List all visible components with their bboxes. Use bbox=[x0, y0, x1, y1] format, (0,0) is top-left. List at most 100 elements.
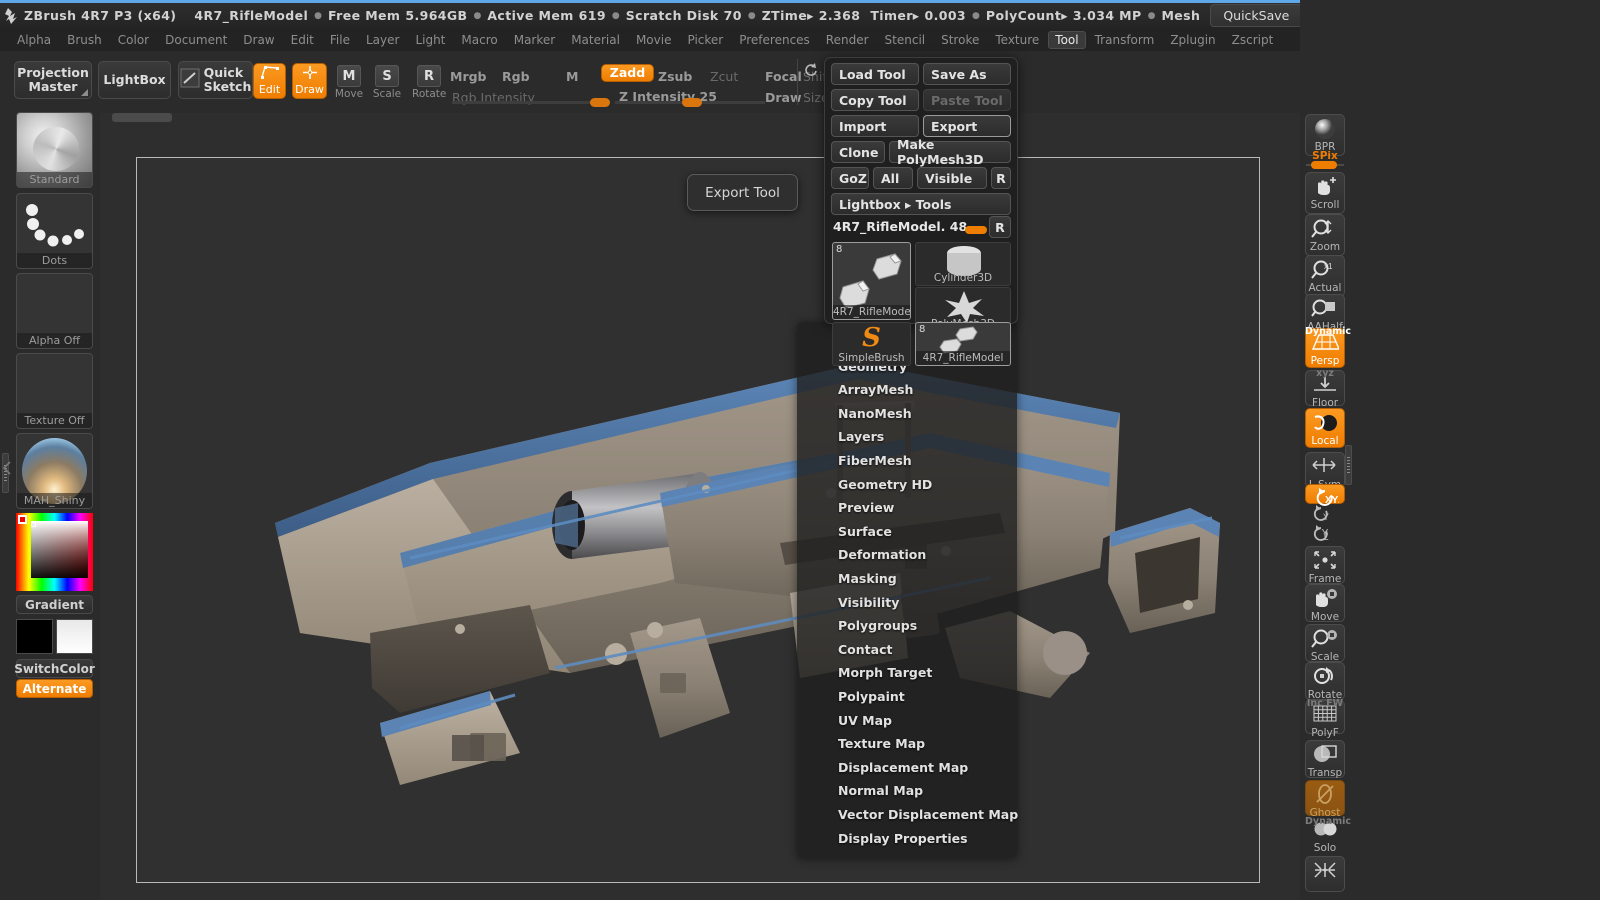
right-shelf-local-button[interactable]: Local bbox=[1305, 408, 1345, 448]
all-button[interactable]: All bbox=[873, 167, 913, 189]
draw-button[interactable]: Draw bbox=[292, 63, 327, 99]
menubar-item-brush[interactable]: Brush bbox=[60, 31, 109, 49]
menubar-item-layer[interactable]: Layer bbox=[359, 31, 406, 49]
lightbox-button[interactable]: LightBox bbox=[98, 61, 171, 99]
menubar-item-zscript[interactable]: Zscript bbox=[1225, 31, 1281, 49]
menubar-item-stencil[interactable]: Stencil bbox=[878, 31, 933, 49]
tool-menu-item-displacement-map[interactable]: Displacement Map bbox=[838, 760, 968, 775]
menubar-item-stroke[interactable]: Stroke bbox=[934, 31, 986, 49]
menubar-item-macro[interactable]: Macro bbox=[454, 31, 504, 49]
r-toggle-button[interactable]: R bbox=[991, 167, 1011, 189]
save-as-button[interactable]: Save As bbox=[923, 63, 1011, 85]
right-shelf-actual-button[interactable]: x1 Actual bbox=[1305, 255, 1345, 297]
edit-button[interactable]: Edit bbox=[253, 63, 286, 99]
tool-menu-item-arraymesh[interactable]: ArrayMesh bbox=[838, 382, 913, 397]
tool-palette-menu[interactable]: SubToolGeometryArrayMeshNanoMeshLayersFi… bbox=[797, 322, 1018, 858]
tool-menu-item-display-properties[interactable]: Display Properties bbox=[838, 831, 968, 846]
menubar-item-picker[interactable]: Picker bbox=[680, 31, 730, 49]
right-shelf-expand-button[interactable] bbox=[1305, 856, 1345, 892]
projection-master-button[interactable]: Projection Master bbox=[14, 61, 92, 99]
mrgb-button[interactable]: Mrgb bbox=[450, 69, 487, 84]
rotate-button[interactable]: R Rotate bbox=[412, 65, 446, 105]
color-picker[interactable] bbox=[16, 513, 93, 591]
menubar-item-color[interactable]: Color bbox=[111, 31, 156, 49]
goz-button[interactable]: GoZ bbox=[831, 167, 869, 189]
tool-palette-panel[interactable]: Load Tool Save As Copy Tool Paste Tool I… bbox=[805, 57, 1018, 366]
tool-menu-item-deformation[interactable]: Deformation bbox=[838, 547, 926, 562]
zsub-button[interactable]: Zsub bbox=[658, 69, 692, 84]
visible-button[interactable]: Visible bbox=[917, 167, 987, 189]
right-shelf-collapse-handle[interactable] bbox=[1345, 445, 1352, 485]
menubar-item-render[interactable]: Render bbox=[819, 31, 876, 49]
current-tool-r-button[interactable]: R bbox=[989, 216, 1011, 238]
tool-menu-item-normal-map[interactable]: Normal Map bbox=[838, 783, 923, 798]
tool-menu-item-contact[interactable]: Contact bbox=[838, 642, 892, 657]
m-button[interactable]: M bbox=[566, 69, 578, 84]
left-shelf-arrow-icon[interactable] bbox=[2, 458, 12, 482]
menubar-item-zplugin[interactable]: Zplugin bbox=[1163, 31, 1222, 49]
right-shelf-scroll-button[interactable]: Scroll bbox=[1305, 172, 1345, 214]
gradient-button[interactable]: Gradient bbox=[16, 595, 93, 614]
right-shelf-l-sym-button[interactable]: L.Sym bbox=[1305, 452, 1345, 491]
tool-menu-item-texture-map[interactable]: Texture Map bbox=[838, 736, 925, 751]
primary-color-swatch[interactable] bbox=[16, 619, 53, 654]
menubar-item-file[interactable]: File bbox=[323, 31, 357, 49]
menubar-item-alpha[interactable]: Alpha bbox=[10, 31, 58, 49]
tool-thumb-rifle-small[interactable]: 8 4R7_RifleModel bbox=[915, 322, 1011, 366]
tool-menu-item-morph-target[interactable]: Morph Target bbox=[838, 665, 932, 680]
tool-menu-item-preview[interactable]: Preview bbox=[838, 500, 894, 515]
right-shelf-frame-button[interactable]: Frame bbox=[1305, 546, 1345, 585]
zcut-button[interactable]: Zcut bbox=[710, 69, 738, 84]
tool-menu-item-nanomesh[interactable]: NanoMesh bbox=[838, 406, 912, 421]
move-button[interactable]: M Move bbox=[334, 65, 364, 105]
menubar-item-edit[interactable]: Edit bbox=[284, 31, 321, 49]
tool-menu-item-surface[interactable]: Surface bbox=[838, 524, 892, 539]
rgb-intensity-track[interactable] bbox=[452, 101, 602, 104]
right-shelf-spix-knob[interactable] bbox=[1311, 161, 1337, 169]
menubar-item-preferences[interactable]: Preferences bbox=[732, 31, 817, 49]
tool-thumb-cylinder[interactable]: Cylinder3D bbox=[915, 242, 1011, 286]
quick-sketch-button[interactable]: Quick Sketch bbox=[178, 61, 253, 99]
current-tool-slider[interactable] bbox=[965, 226, 987, 234]
material-swatch[interactable]: MAH_Shiny bbox=[16, 433, 93, 509]
menubar-item-texture[interactable]: Texture bbox=[988, 31, 1046, 49]
right-shelf-ghost-button[interactable]: Ghost bbox=[1305, 780, 1345, 819]
tool-palette-refresh-icon[interactable] bbox=[803, 62, 819, 78]
right-shelf-y-button[interactable]: YY bbox=[1305, 504, 1345, 540]
brush-swatch[interactable]: Standard bbox=[16, 112, 93, 188]
rifle-model-3d[interactable] bbox=[100, 113, 1300, 900]
menubar-item-tool[interactable]: Tool bbox=[1048, 30, 1086, 49]
copy-tool-button[interactable]: Copy Tool bbox=[831, 89, 919, 111]
tool-menu-item-fibermesh[interactable]: FiberMesh bbox=[838, 453, 912, 468]
menubar-item-marker[interactable]: Marker bbox=[507, 31, 562, 49]
tool-menu-item-vector-displacement-map[interactable]: Vector Displacement Map bbox=[838, 807, 1018, 822]
scale-button[interactable]: S Scale bbox=[372, 65, 402, 105]
export-button[interactable]: Export bbox=[923, 115, 1011, 137]
right-shelf-scale-button[interactable]: Scale bbox=[1305, 624, 1345, 663]
tool-menu-item-polygroups[interactable]: Polygroups bbox=[838, 618, 917, 633]
right-shelf-xyz-button[interactable]: XYZXYZ bbox=[1305, 484, 1345, 506]
tool-thumb-simplebrush[interactable]: S SimpleBrush bbox=[832, 322, 911, 366]
lightbox-tools-button[interactable]: Lightbox ▸ Tools bbox=[831, 193, 1011, 215]
alpha-swatch[interactable]: Alpha Off bbox=[16, 273, 93, 349]
tool-menu-item-masking[interactable]: Masking bbox=[838, 571, 897, 586]
right-shelf-rotate-button[interactable]: Rotate bbox=[1305, 662, 1345, 701]
z-intensity-knob[interactable] bbox=[682, 98, 702, 107]
quicksave-button[interactable]: QuickSave bbox=[1210, 4, 1303, 27]
tool-menu-item-layers[interactable]: Layers bbox=[838, 429, 884, 444]
right-shelf-z-button[interactable]: ZZ bbox=[1305, 524, 1345, 560]
import-button[interactable]: Import bbox=[831, 115, 919, 137]
right-shelf-move-button[interactable]: Move bbox=[1305, 584, 1345, 623]
zadd-button[interactable]: Zadd bbox=[601, 64, 654, 82]
tool-thumb-rifle-large[interactable]: 8 4R7_RifleModel bbox=[832, 242, 911, 320]
menubar-item-transform[interactable]: Transform bbox=[1088, 31, 1162, 49]
load-tool-button[interactable]: Load Tool bbox=[831, 63, 919, 85]
menubar-item-draw[interactable]: Draw bbox=[236, 31, 281, 49]
texture-swatch[interactable]: Texture Off bbox=[16, 353, 93, 429]
make-polymesh3d-button[interactable]: Make PolyMesh3D bbox=[889, 137, 1011, 167]
alternate-button[interactable]: Alternate bbox=[16, 679, 93, 698]
right-shelf-transp-button[interactable]: Transp bbox=[1305, 740, 1345, 779]
tool-menu-item-visibility[interactable]: Visibility bbox=[838, 595, 899, 610]
tool-menu-item-polypaint[interactable]: Polypaint bbox=[838, 689, 905, 704]
secondary-color-swatch[interactable] bbox=[56, 619, 93, 654]
